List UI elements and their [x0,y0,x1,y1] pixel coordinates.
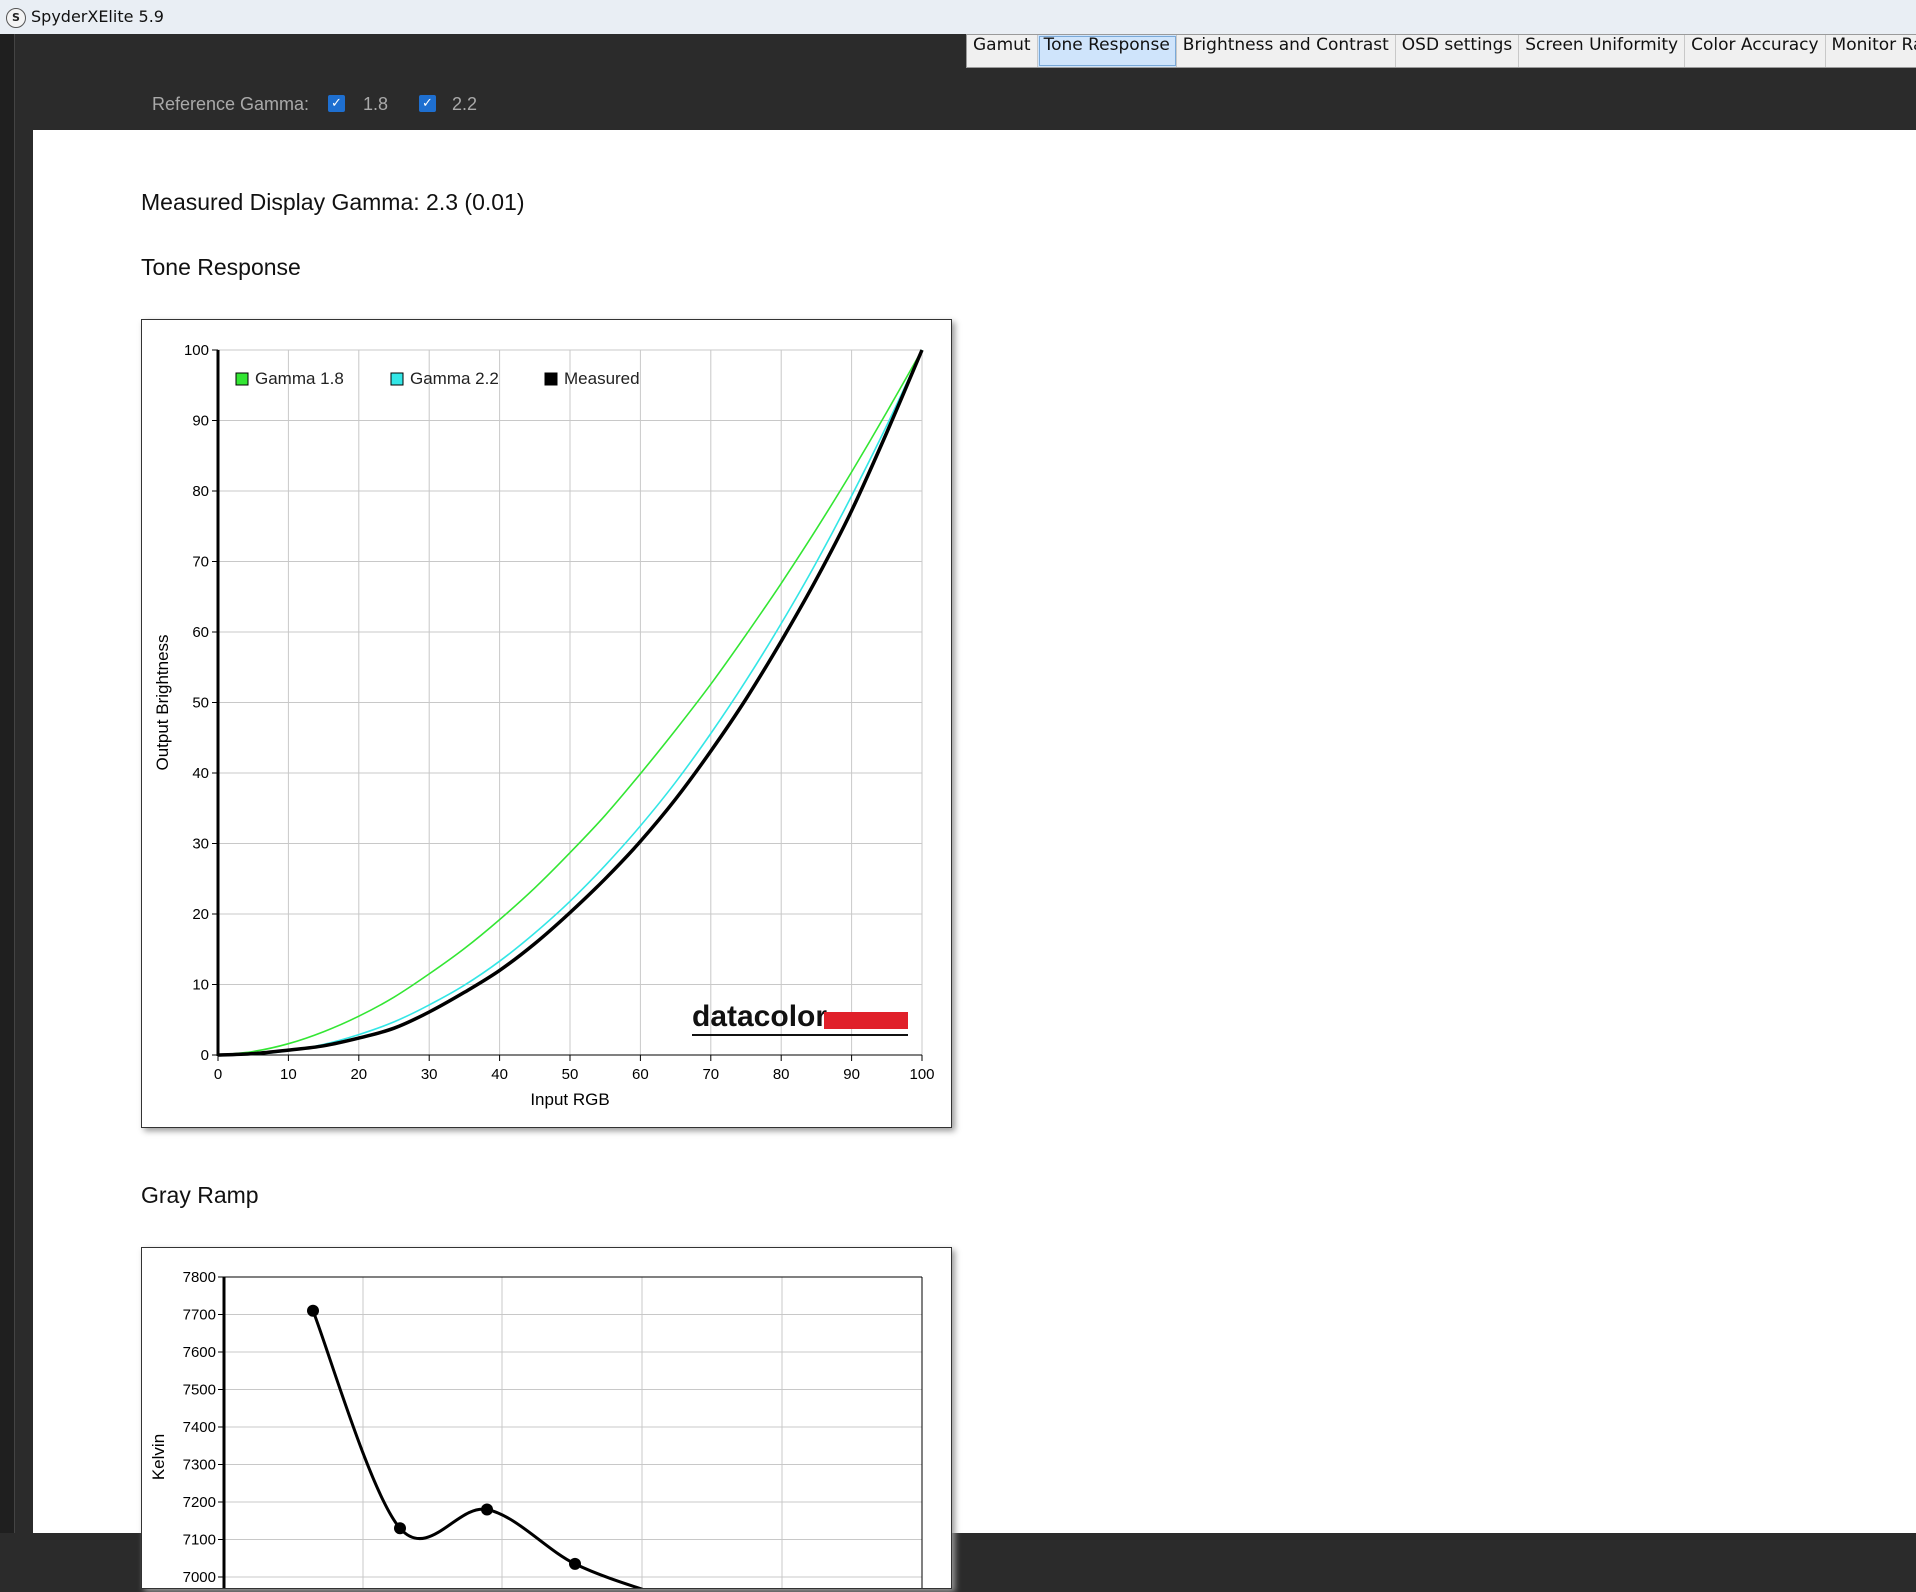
x-tick-label: 90 [843,1066,860,1083]
y-tick-label: 80 [192,483,209,500]
y-tick-label: 7000 [183,1569,216,1586]
reference-gamma-label: Reference Gamma: [152,94,310,114]
datacolor-logo-text: datacolor [692,1000,827,1033]
tab-brightness-contrast[interactable]: Brightness and Contrast [1177,35,1396,67]
y-tick-label: 100 [184,342,209,359]
gamma-2-2-checkbox[interactable]: ✓ [419,95,436,112]
legend-label-2: Measured [564,369,640,388]
legend-swatch-1 [390,372,404,386]
legend-label-1: Gamma 2.2 [410,369,499,388]
kelvin-point [307,1304,319,1317]
y-tick-label: 40 [192,765,209,782]
gray-ramp-chart-frame: 7000 7100 7200 7300 7400 7500 7600 7700 7800 Kelv… [141,1247,952,1592]
y-tick-label: 7300 [183,1457,216,1474]
y-tick-label: 30 [192,836,209,853]
x-tick-label: 70 [702,1066,719,1083]
y-tick-label: 7400 [183,1419,216,1436]
y-tick-label: 0 [201,1047,209,1064]
y-tick-label: 20 [192,906,209,923]
y-tick-label: 70 [192,554,209,571]
x-tick-label: 50 [562,1066,579,1083]
x-tick-label: 100 [909,1066,934,1083]
kelvin-point [394,1522,406,1535]
legend-swatch-2 [544,372,558,386]
measured-gamma-text: Measured Display Gamma: 2.3 (0.01) [141,189,525,215]
y-tick-label: 7800 [183,1269,216,1286]
y-axis-title: Output Brightness [153,634,172,770]
gamma-2-2-label: 2.2 [452,94,478,114]
y-tick-label: 60 [192,624,209,641]
datacolor-logo-underline [692,1034,908,1036]
app-logo-icon: S [6,8,26,28]
y-tick-label: 90 [192,413,209,430]
tab-osd-settings[interactable]: OSD settings [1396,35,1520,67]
legend-label-0: Gamma 1.8 [255,369,344,388]
report-tab-bar: Gamut Tone Response Brightness and Contr… [966,34,1916,68]
kelvin-point [481,1503,493,1516]
x-axis-title: Input RGB [530,1090,609,1109]
tab-gamut[interactable]: Gamut [967,35,1038,67]
tab-tone-response[interactable]: Tone Response [1037,35,1177,67]
y-tick-label: 7600 [183,1344,216,1361]
x-tick-label: 80 [773,1066,790,1083]
y-tick-label: 50 [192,695,209,712]
tone-response-chart: 0 10 20 30 40 50 60 70 80 90 100 0 10 20 30 40 50 60 70 80 9… [153,342,935,1109]
tab-screen-uniformity[interactable]: Screen Uniformity [1519,35,1686,67]
title-bar: S SpyderXElite 5.9 [0,0,1916,34]
y-axis-title: Kelvin [149,1434,168,1480]
y-tick-label: 7700 [183,1307,216,1324]
x-tick-label: 60 [632,1066,649,1083]
gamma-1-8-label: 1.8 [363,94,389,114]
kelvin-point [569,1557,581,1570]
datacolor-logo: datacolor [692,1000,908,1036]
datacolor-logo-bar [824,1012,908,1029]
gray-ramp-heading: Gray Ramp [141,1182,259,1208]
x-tick-label: 40 [491,1066,508,1083]
tab-color-accuracy[interactable]: Color Accuracy [1685,35,1826,67]
x-tick-label: 20 [350,1066,367,1083]
gray-ramp-chart: 7000 7100 7200 7300 7400 7500 7600 7700 7800 Kelv… [149,1269,923,1592]
y-tick-label: 7100 [183,1532,216,1549]
y-tick-label: 7200 [183,1494,216,1511]
x-tick-label: 10 [280,1066,297,1083]
report-content: Measured Display Gamma: 2.3 (0.01) Tone … [33,130,1916,1592]
tab-monitor-rating[interactable]: Monitor Rating [1826,35,1916,67]
x-tick-label: 30 [421,1066,438,1083]
gamma-1-8-checkbox[interactable]: ✓ [328,95,345,112]
x-tick-label: 0 [214,1066,222,1083]
window-title: SpyderXElite 5.9 [31,7,164,26]
left-rail [0,34,15,1533]
y-tick-label: 10 [192,977,209,994]
y-tick-label: 7500 [183,1382,216,1399]
tone-response-chart-frame: 0 10 20 30 40 50 60 70 80 90 100 0 10 20 30 40 50 60 70 80 9… [141,319,952,1128]
tone-response-heading: Tone Response [141,254,301,280]
legend-swatch-0 [235,372,249,386]
